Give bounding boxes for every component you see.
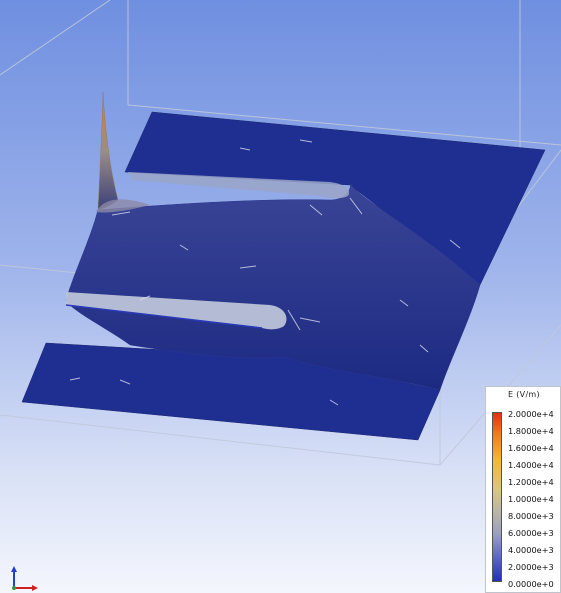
legend-tick: 4.0000e+3	[508, 545, 554, 555]
legend-tick: 1.2000e+4	[508, 477, 554, 487]
legend-tick: 2.0000e+3	[508, 562, 554, 572]
legend-tick: 1.8000e+4	[508, 426, 554, 436]
axis-triad-icon[interactable]	[8, 566, 42, 592]
legend-tick: 6.0000e+3	[508, 528, 554, 538]
3d-viewport[interactable]: E (V/m) 2.0000e+4 1.8000e+4 1.6000e+4 1.…	[0, 0, 561, 593]
legend-tick: 0.0000e+0	[508, 579, 554, 589]
legend-title: E (V/m)	[508, 390, 540, 399]
legend-tick: 1.4000e+4	[508, 460, 554, 470]
legend-tick: 8.0000e+3	[508, 511, 554, 521]
legend-tick: 1.6000e+4	[508, 443, 554, 453]
field-plot-scene[interactable]	[0, 0, 561, 593]
color-legend: E (V/m) 2.0000e+4 1.8000e+4 1.6000e+4 1.…	[485, 386, 561, 593]
field-spike	[97, 91, 119, 211]
legend-tick: 2.0000e+4	[508, 409, 554, 419]
legend-tick: 1.0000e+4	[508, 494, 554, 504]
legend-color-bar	[492, 412, 502, 582]
